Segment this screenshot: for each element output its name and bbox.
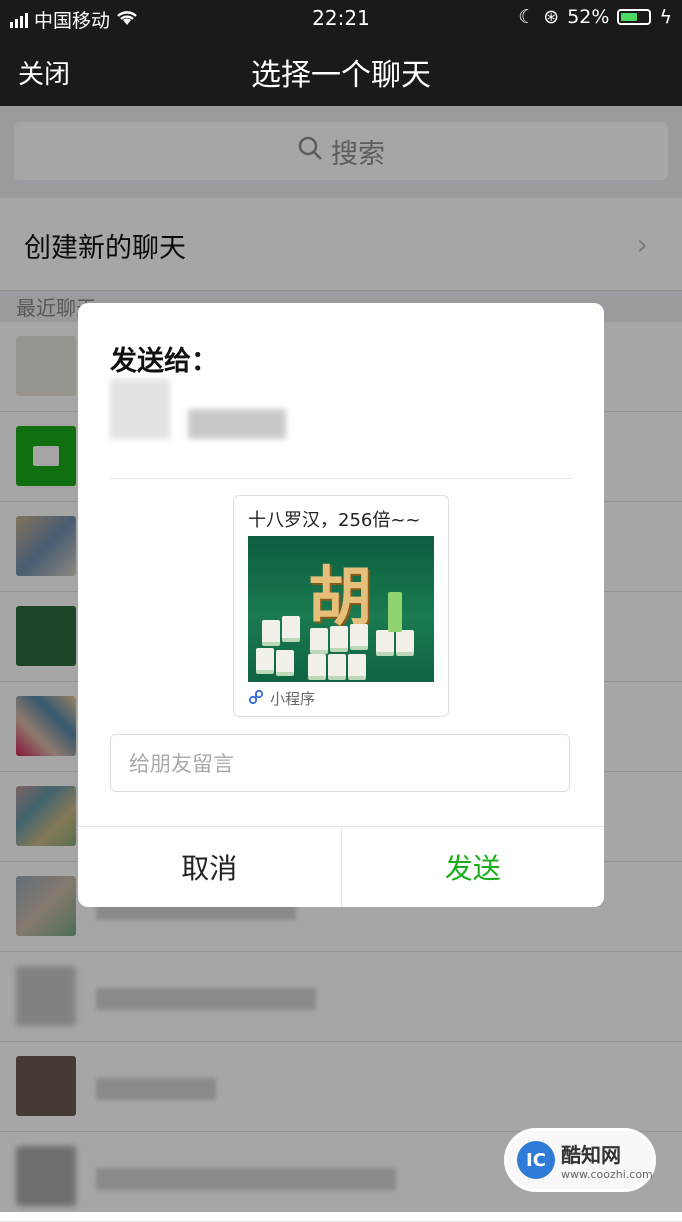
divider — [110, 478, 572, 479]
coozhi-logo-icon: IC — [517, 1141, 555, 1179]
moon-icon: ☾ — [518, 6, 536, 28]
charging-icon: ϟ — [659, 6, 672, 28]
message-placeholder: 给朋友留言 — [129, 752, 234, 776]
card-title: 十八罗汉，256倍~~ — [248, 510, 421, 531]
watermark-logo: IC 酷知网 www.coozhi.com — [504, 1128, 656, 1192]
cancel-button[interactable]: 取消 — [78, 827, 342, 907]
status-bar: 中国移动 22:21 ☾ ⊛ 52% ϟ — [0, 0, 682, 34]
page-title: 选择一个聊天 — [251, 58, 431, 93]
share-dialog: 发送给： 十八罗汉，256倍~~ 胡 小程序 给朋友留言 取消 发送 — [78, 303, 604, 907]
mini-program-icon — [248, 689, 264, 709]
battery-icon — [617, 9, 652, 25]
send-to-label: 发送给： — [110, 346, 218, 377]
send-button[interactable]: 发送 — [342, 827, 605, 907]
mini-program-label: 小程序 — [270, 690, 316, 708]
watermark-url: www.coozhi.com — [561, 1168, 653, 1181]
mahjong-thumbnail: 胡 — [248, 536, 434, 682]
nav-bar: 关闭 选择一个聊天 — [0, 34, 682, 106]
rotation-lock-icon: ⊛ — [543, 6, 560, 28]
watermark-name: 酷知网 — [561, 1143, 621, 1167]
mini-program-card: 十八罗汉，256倍~~ 胡 小程序 — [233, 495, 449, 717]
battery-percent: 52% — [567, 6, 610, 28]
message-input[interactable]: 给朋友留言 — [110, 734, 570, 792]
dialog-buttons: 取消 发送 — [78, 826, 604, 907]
recipient-avatar-blurred — [110, 379, 286, 445]
